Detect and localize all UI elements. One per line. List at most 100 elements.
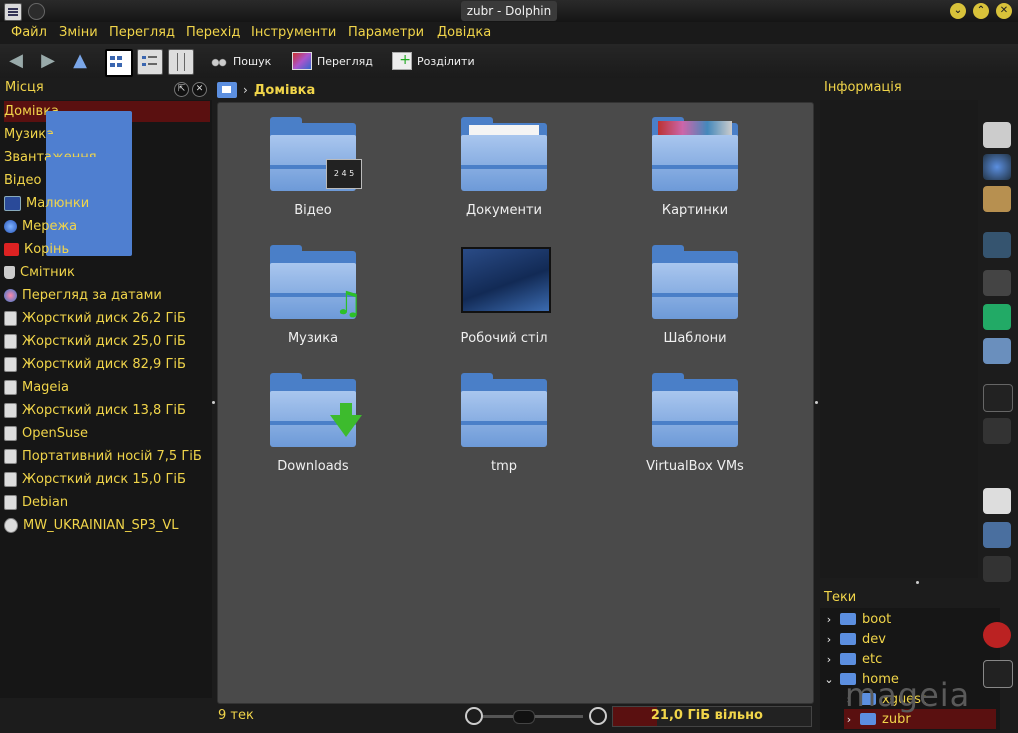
chevron-right-icon[interactable]: › bbox=[824, 633, 834, 646]
place-network[interactable]: Мережа bbox=[4, 216, 210, 237]
right-splitter-handle[interactable] bbox=[815, 401, 818, 404]
pager-icon[interactable] bbox=[983, 418, 1011, 444]
folder-item-downloads[interactable]: Downloads bbox=[228, 361, 398, 481]
folder-item-video[interactable]: 2 4 5 Відео bbox=[228, 105, 398, 225]
dolphin-app-icon[interactable] bbox=[4, 3, 22, 21]
folder-item-templates[interactable]: Шаблони bbox=[610, 233, 780, 353]
chevron-right-icon[interactable]: › bbox=[844, 713, 854, 726]
palette-icon[interactable] bbox=[983, 186, 1011, 212]
folder-icon[interactable] bbox=[983, 338, 1011, 364]
place-downloads[interactable]: Звантаження bbox=[4, 147, 210, 233]
forward-arrow-icon[interactable]: ▶ bbox=[38, 51, 58, 71]
panel-splitter-handle[interactable] bbox=[916, 581, 919, 584]
place-trash[interactable]: Смітник bbox=[4, 262, 210, 283]
hard-drive-icon bbox=[4, 357, 17, 372]
menu-view[interactable]: Перегляд bbox=[109, 25, 175, 40]
split-button[interactable]: + Розділити bbox=[392, 48, 475, 74]
minimize-icon[interactable]: ⌄ bbox=[950, 3, 966, 19]
place-label: Жорсткий диск 13,8 ГіБ bbox=[22, 403, 186, 418]
columns-view-button[interactable] bbox=[168, 49, 194, 75]
place-video[interactable]: Відео bbox=[4, 170, 210, 256]
folder-item-music[interactable]: ♫ Музика bbox=[228, 233, 398, 353]
preview-button-label: Перегляд bbox=[317, 54, 373, 68]
tree-item-dev[interactable]: › dev bbox=[824, 629, 886, 649]
window-menu-icon[interactable] bbox=[28, 3, 45, 20]
timeline-icon bbox=[4, 289, 17, 302]
folder-item-pictures[interactable]: Картинки bbox=[610, 105, 780, 225]
home-icon[interactable] bbox=[983, 522, 1011, 548]
calculator-icon[interactable] bbox=[983, 122, 1011, 148]
power-icon[interactable] bbox=[983, 622, 1011, 648]
place-music[interactable]: Музика bbox=[4, 124, 210, 210]
disk-icon[interactable] bbox=[983, 556, 1011, 582]
chevron-down-icon[interactable]: ⌄ bbox=[824, 673, 834, 686]
place-home[interactable]: Домівка bbox=[4, 101, 210, 187]
hard-drive-icon bbox=[4, 426, 17, 441]
menu-tools[interactable]: Інструменти bbox=[251, 25, 336, 40]
place-pictures[interactable]: Малюнки bbox=[4, 193, 210, 214]
place-label: Жорсткий диск 15,0 ГіБ bbox=[22, 472, 186, 487]
up-arrow-icon[interactable]: ▲ bbox=[70, 51, 90, 71]
place-drive[interactable]: Жорсткий диск 15,0 ГіБ bbox=[4, 469, 210, 490]
chevron-right-icon[interactable]: › bbox=[824, 653, 834, 666]
system-monitor-icon[interactable] bbox=[983, 232, 1011, 258]
places-close-icon[interactable]: ✕ bbox=[192, 82, 207, 97]
folder-item-tmp[interactable]: tmp bbox=[419, 361, 589, 481]
search-button[interactable]: Пошук bbox=[210, 48, 271, 74]
tools-icon[interactable] bbox=[983, 270, 1011, 296]
icons-view-button[interactable] bbox=[105, 49, 133, 77]
zoom-out-icon[interactable] bbox=[465, 707, 483, 725]
document-icon[interactable] bbox=[983, 488, 1011, 514]
place-drive[interactable]: Mageia bbox=[4, 377, 210, 398]
folder-item-desktop[interactable]: Робочий стіл bbox=[419, 233, 589, 353]
maximize-icon[interactable]: ⌃ bbox=[973, 3, 989, 19]
file-view[interactable]: 2 4 5 Відео Документи Картинки ♫ Музика … bbox=[217, 102, 814, 704]
folder-item-label: Відео bbox=[294, 203, 332, 218]
menu-help[interactable]: Довідка bbox=[437, 25, 491, 40]
place-drive[interactable]: Debian bbox=[4, 492, 210, 513]
place-drive[interactable]: Жорсткий диск 13,8 ГіБ bbox=[4, 400, 210, 421]
zoom-slider-handle[interactable] bbox=[513, 710, 535, 724]
optical-disc-icon bbox=[4, 518, 18, 533]
network-icon bbox=[4, 220, 17, 233]
menu-go[interactable]: Перехід bbox=[186, 25, 240, 40]
breadcrumb-current[interactable]: Домівка bbox=[254, 83, 315, 98]
place-drive[interactable]: Жорсткий диск 82,9 ГіБ bbox=[4, 354, 210, 375]
place-root[interactable]: Корінь bbox=[4, 239, 210, 260]
place-drive[interactable]: Жорсткий диск 26,2 ГіБ bbox=[4, 308, 210, 329]
tree-item-label: etc bbox=[862, 651, 883, 667]
menu-file[interactable]: Файл bbox=[11, 25, 47, 40]
chevron-right-icon[interactable]: › bbox=[824, 613, 834, 626]
place-optical-disc[interactable]: MW_UKRAINIAN_SP3_VL bbox=[4, 515, 210, 536]
tree-item-etc[interactable]: › etc bbox=[824, 649, 882, 669]
place-label: Жорсткий диск 25,0 ГіБ bbox=[22, 334, 186, 349]
place-label: OpenSuse bbox=[22, 426, 88, 441]
places-undock-icon[interactable]: ⇱ bbox=[174, 82, 189, 97]
information-panel bbox=[820, 100, 978, 578]
zoom-in-icon[interactable] bbox=[589, 707, 607, 725]
place-timeline[interactable]: Перегляд за датами bbox=[4, 285, 210, 306]
folder-item-virtualbox[interactable]: VirtualBox VMs bbox=[610, 361, 780, 481]
folder-icon bbox=[840, 653, 856, 665]
preview-button[interactable]: Перегляд bbox=[292, 48, 373, 74]
tree-item-boot[interactable]: › boot bbox=[824, 609, 891, 629]
left-splitter-handle[interactable] bbox=[212, 401, 215, 404]
place-usb-drive[interactable]: Портативний носій 7,5 ГіБ bbox=[4, 446, 210, 467]
free-space-label: 21,0 ГіБ вільно bbox=[650, 708, 763, 723]
menu-settings[interactable]: Параметри bbox=[348, 25, 424, 40]
details-view-button[interactable] bbox=[137, 49, 163, 75]
close-window-icon[interactable]: ✕ bbox=[996, 3, 1012, 19]
terminal-icon[interactable] bbox=[983, 660, 1013, 688]
music-folder-icon: ♫ bbox=[270, 243, 363, 319]
place-drive[interactable]: Жорсткий диск 25,0 ГіБ bbox=[4, 331, 210, 352]
settings-icon[interactable] bbox=[983, 304, 1011, 330]
places-panel-title: Місця bbox=[5, 80, 44, 95]
back-arrow-icon[interactable]: ◀ bbox=[6, 51, 26, 71]
menu-edit[interactable]: Зміни bbox=[59, 25, 98, 40]
folder-item-label: tmp bbox=[490, 459, 517, 474]
folder-item-documents[interactable]: Документи bbox=[419, 105, 589, 225]
place-drive[interactable]: OpenSuse bbox=[4, 423, 210, 444]
home-crumb-icon[interactable] bbox=[217, 82, 237, 98]
help-icon[interactable] bbox=[983, 154, 1011, 180]
window-list-icon[interactable] bbox=[983, 384, 1013, 412]
